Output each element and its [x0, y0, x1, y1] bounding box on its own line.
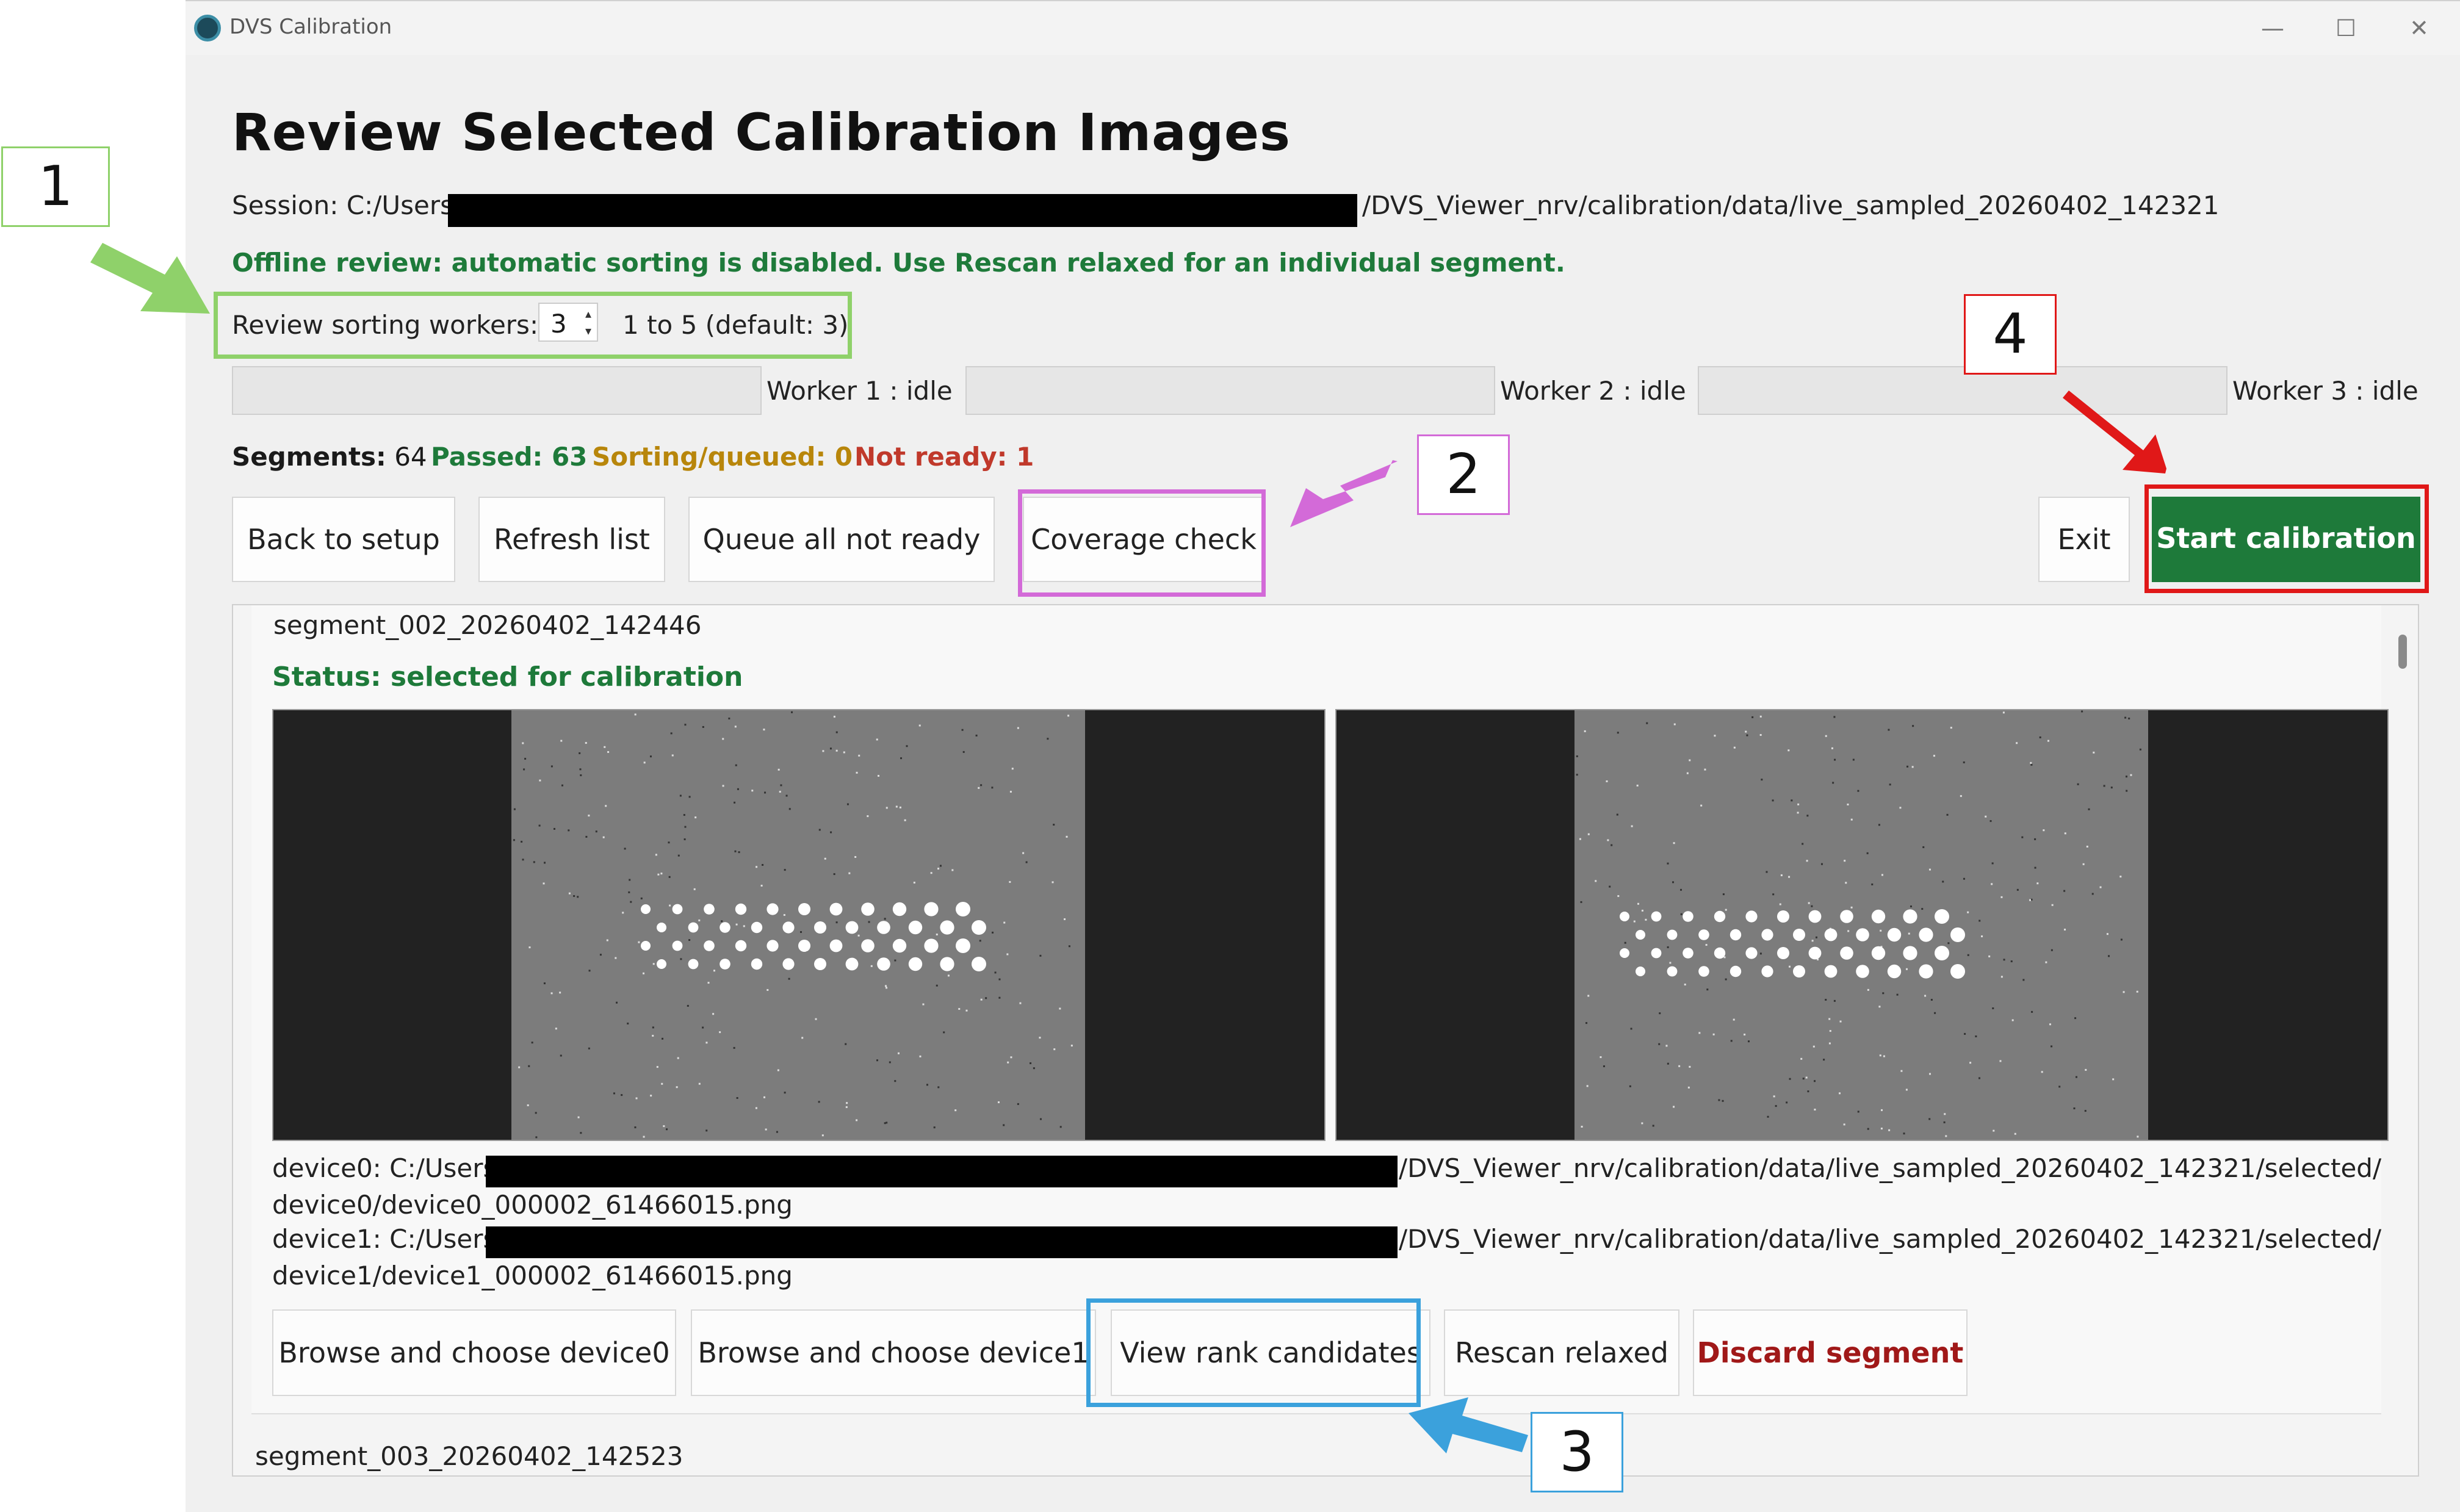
annotation-1-arrow [90, 243, 210, 314]
annotation-3-arrow [1409, 1397, 1528, 1453]
annotation-4-label: 4 [1964, 294, 2057, 375]
annotation-2-arrow [1290, 460, 1398, 527]
annotation-2-label: 2 [1417, 434, 1510, 515]
annotation-4-frame [2144, 484, 2429, 593]
annotation-4-arrow [2063, 391, 2166, 473]
annotation-arrows [90, 243, 2166, 1453]
annotation-3-frame [1086, 1298, 1421, 1407]
annotation-3-label: 3 [1531, 1412, 1623, 1492]
annotation-2-frame [1018, 489, 1266, 597]
